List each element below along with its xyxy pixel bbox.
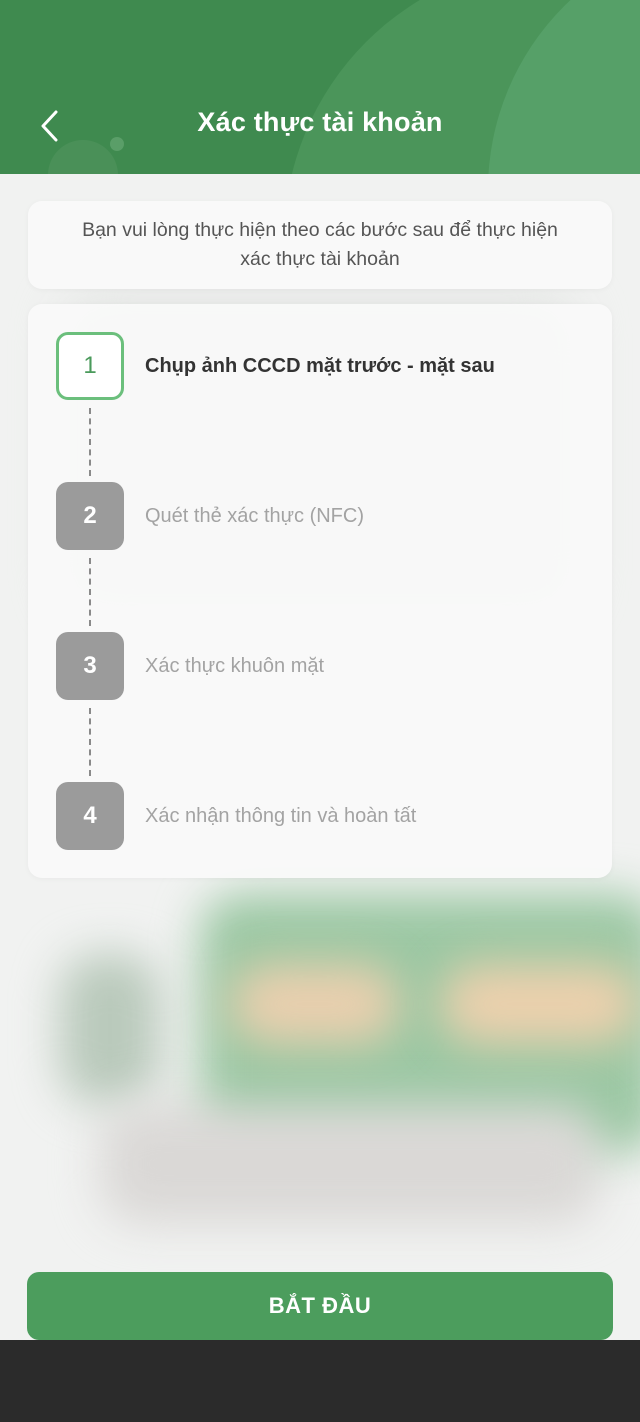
step-number: 4 (56, 782, 124, 850)
header: Xác thực tài khoản (0, 0, 640, 174)
step-label: Quét thẻ xác thực (NFC) (145, 504, 365, 527)
instruction-card: Bạn vui lòng thực hiện theo các bước sau… (28, 201, 612, 289)
step-number: 2 (56, 482, 124, 550)
start-button[interactable]: BẮT ĐẦU (27, 1272, 613, 1340)
step-label: Chụp ảnh CCCD mặt trước - mặt sau (145, 354, 495, 377)
step-number: 3 (56, 632, 124, 700)
steps-card: 1 Chụp ảnh CCCD mặt trước - mặt sau 2 Qu… (28, 304, 612, 878)
step-2: 2 Quét thẻ xác thực (NFC) (56, 482, 364, 550)
step-3: 3 Xác thực khuôn mặt (56, 632, 324, 700)
step-label: Xác thực khuôn mặt (145, 654, 325, 677)
step-number: 1 (56, 332, 124, 400)
step-label: Xác nhận thông tin và hoàn tất (145, 804, 417, 827)
header-decoration (110, 137, 124, 151)
step-connector (89, 558, 91, 626)
page-title: Xác thực tài khoản (197, 107, 443, 137)
step-connector (89, 408, 91, 476)
instruction-text: Bạn vui lòng thực hiện theo các bước sau… (82, 219, 558, 270)
step-connector (89, 708, 91, 776)
step-1: 1 Chụp ảnh CCCD mặt trước - mặt sau (56, 332, 495, 400)
system-navigation-bar (0, 1340, 640, 1422)
step-4: 4 Xác nhận thông tin và hoàn tất (56, 782, 416, 850)
